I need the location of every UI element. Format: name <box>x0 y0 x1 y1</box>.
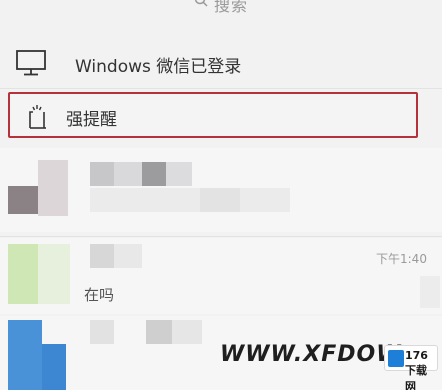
search-placeholder: 搜索 <box>213 0 248 15</box>
search-bar[interactable]: 搜索 <box>0 0 442 20</box>
divider <box>0 236 442 237</box>
muted-icon-blur <box>420 276 440 308</box>
name-blur <box>114 244 142 268</box>
chat-time: 下午1:40 <box>376 252 427 266</box>
chat-preview: 在吗 <box>84 286 115 304</box>
strong-reminder-label: 强提醒 <box>66 110 117 130</box>
logo-text: 176下载网 <box>405 349 428 390</box>
search-icon <box>194 0 208 7</box>
name-blur <box>146 320 172 344</box>
name-blur <box>142 162 166 186</box>
site-logo: 176下载网 <box>384 345 438 390</box>
chat-list-item[interactable] <box>0 148 442 232</box>
avatar <box>8 320 42 390</box>
name-blur <box>90 244 114 268</box>
message-blur <box>90 188 290 212</box>
windows-login-label: Windows 微信已登录 <box>75 57 242 77</box>
divider <box>0 88 442 89</box>
name-blur <box>166 162 192 186</box>
logo-badge-icon <box>388 350 404 367</box>
avatar-blur <box>38 160 68 216</box>
avatar-blur <box>38 244 70 304</box>
strong-reminder-row[interactable]: 强提醒 <box>8 92 418 138</box>
name-blur <box>90 162 114 186</box>
avatar <box>8 244 38 304</box>
monitor-icon <box>16 50 46 76</box>
name-blur <box>114 162 142 186</box>
site-watermark: WWW.XFDOW <box>220 342 402 367</box>
avatar-blur <box>42 344 66 390</box>
message-blur <box>200 188 240 212</box>
bell-icon <box>29 105 46 129</box>
windows-login-status-row[interactable]: Windows 微信已登录 <box>0 40 442 86</box>
name-blur <box>172 320 202 344</box>
avatar <box>8 186 38 214</box>
name-blur <box>90 320 114 344</box>
